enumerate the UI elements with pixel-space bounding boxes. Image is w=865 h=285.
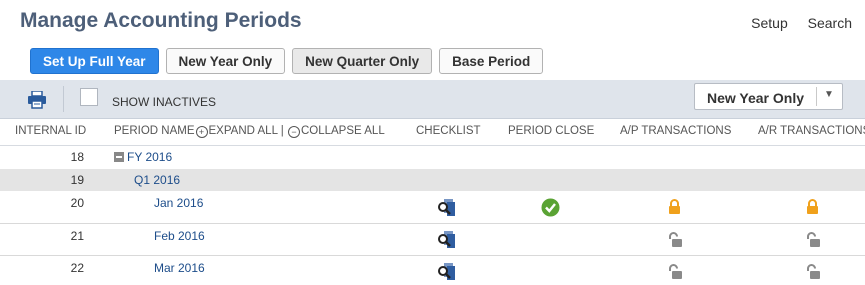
- row-internal-id: 21: [70, 229, 84, 243]
- row-period-label[interactable]: FY 2016: [127, 150, 172, 164]
- row-period-name[interactable]: Q1 2016: [134, 173, 180, 187]
- toolbar-divider: [63, 86, 64, 112]
- collapse-icon[interactable]: [114, 152, 124, 162]
- period-closed-check-icon: [541, 198, 560, 217]
- period-type-filter[interactable]: New Year Only ▼: [694, 83, 843, 110]
- filter-divider: [816, 87, 817, 106]
- new-year-only-button[interactable]: New Year Only: [165, 48, 286, 74]
- setup-link[interactable]: Setup: [751, 15, 788, 31]
- row-period-name[interactable]: Feb 2016: [154, 229, 205, 243]
- row-period-name[interactable]: Jan 2016: [154, 196, 203, 210]
- top-links: Setup Search: [735, 15, 852, 31]
- header-separator: |: [280, 125, 284, 137]
- list-toolbar: SHOW INACTIVES New Year Only ▼: [0, 80, 865, 119]
- table-header: INTERNAL ID PERIOD NAME + EXPAND ALL | − CO…: [0, 119, 865, 146]
- search-link[interactable]: Search: [808, 15, 852, 31]
- chevron-down-icon: ▼: [824, 89, 834, 100]
- row-internal-id: 20: [70, 196, 84, 210]
- ap-unlock-icon[interactable]: [668, 264, 682, 279]
- col-period-close[interactable]: PERIOD CLOSE: [508, 125, 594, 137]
- expand-all-icon[interactable]: +: [195, 126, 208, 138]
- col-internal-id[interactable]: INTERNAL ID: [15, 125, 86, 137]
- ar-unlock-icon[interactable]: [806, 264, 820, 279]
- col-checklist[interactable]: CHECKLIST: [416, 125, 481, 137]
- filter-selected-value: New Year Only: [707, 90, 805, 106]
- ar-lock-icon[interactable]: [806, 199, 819, 214]
- ap-lock-icon[interactable]: [668, 199, 681, 214]
- new-quarter-only-button[interactable]: New Quarter Only: [292, 48, 433, 74]
- row-period-name: FY 2016: [114, 150, 172, 164]
- show-inactives-label: SHOW INACTIVES: [112, 95, 217, 109]
- row-internal-id: 18: [70, 150, 84, 164]
- table-row[interactable]: 22 Mar 2016: [0, 256, 865, 285]
- ap-unlock-icon[interactable]: [668, 232, 682, 247]
- row-period-name[interactable]: Mar 2016: [154, 261, 205, 275]
- ar-unlock-icon[interactable]: [806, 232, 820, 247]
- checklist-search-icon[interactable]: [437, 262, 456, 280]
- collapse-all-icon[interactable]: −: [287, 126, 300, 138]
- table-row[interactable]: 18 FY 2016: [0, 146, 865, 168]
- table-row[interactable]: 21 Feb 2016: [0, 224, 865, 256]
- row-internal-id: 19: [70, 173, 84, 187]
- print-icon[interactable]: [27, 91, 47, 109]
- col-ar-transactions[interactable]: A/R TRANSACTIONS: [758, 125, 865, 137]
- collapse-all-link[interactable]: COLLAPSE ALL: [301, 125, 385, 137]
- show-inactives-checkbox[interactable]: [80, 88, 98, 106]
- set-up-full-year-button[interactable]: Set Up Full Year: [30, 48, 159, 74]
- row-internal-id: 22: [70, 261, 84, 275]
- table-row[interactable]: 19 Q1 2016: [0, 169, 865, 191]
- col-ap-transactions[interactable]: A/P TRANSACTIONS: [620, 125, 731, 137]
- checklist-search-icon[interactable]: [437, 198, 456, 216]
- col-period-name: PERIOD NAME + EXPAND ALL | − COLLAPSE ALL: [114, 125, 385, 138]
- checklist-search-icon[interactable]: [437, 230, 456, 248]
- page-title: Manage Accounting Periods: [20, 9, 302, 32]
- period-name-label[interactable]: PERIOD NAME: [114, 125, 195, 137]
- expand-all-link[interactable]: EXPAND ALL: [209, 125, 278, 137]
- table-row[interactable]: 20 Jan 2016: [0, 192, 865, 224]
- action-buttons: Set Up Full Year New Year Only New Quart…: [30, 48, 544, 74]
- base-period-button[interactable]: Base Period: [439, 48, 544, 74]
